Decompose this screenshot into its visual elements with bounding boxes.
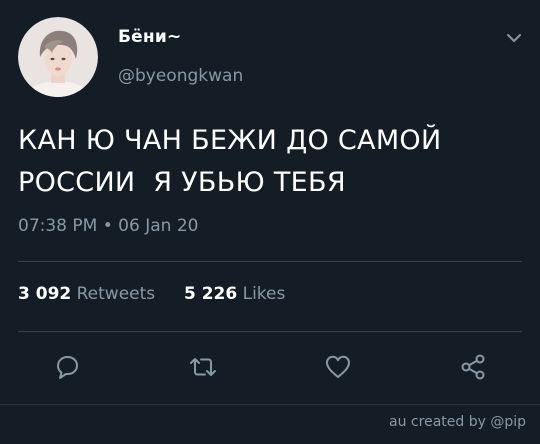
credit-text: au created by @pip xyxy=(389,414,526,430)
tweet-text-line: КАН Ю ЧАН БЕЖИ ДО САМОЙ xyxy=(18,125,442,156)
action-bar xyxy=(0,352,540,386)
divider xyxy=(18,331,522,332)
tweet-timestamp[interactable]: 07:38 PM • 06 Jan 20 xyxy=(18,216,198,236)
retweets-count: 3 092 xyxy=(18,284,72,304)
heart-icon[interactable] xyxy=(323,352,353,382)
retweets-label: Retweets xyxy=(71,284,156,304)
footer-divider xyxy=(0,404,540,405)
display-name[interactable]: Бёни~ xyxy=(118,27,181,47)
avatar-image xyxy=(18,17,98,97)
tweet-date: 06 Jan 20 xyxy=(118,216,199,236)
retweets-stat[interactable]: 3 092 Retweets xyxy=(18,284,155,304)
retweet-icon[interactable] xyxy=(188,352,218,382)
tweet-text-line: РОССИИ Я УБЬЮ ТЕБЯ xyxy=(18,167,346,198)
share-icon[interactable] xyxy=(458,352,488,382)
tweet-text: КАН Ю ЧАН БЕЖИ ДО САМОЙ РОССИИ Я УБЬЮ ТЕ… xyxy=(18,120,528,204)
likes-stat[interactable]: 5 226 Likes xyxy=(184,284,285,304)
avatar[interactable] xyxy=(18,17,98,97)
likes-count: 5 226 xyxy=(183,284,238,304)
tweet-time: 07:38 PM xyxy=(18,216,98,236)
reply-icon[interactable] xyxy=(52,352,82,382)
user-handle[interactable]: @byeongkwan xyxy=(118,66,243,86)
likes-label: Likes xyxy=(237,284,286,304)
meta-separator: • xyxy=(97,216,119,236)
tweet-card: Бёни~ @byeongkwan КАН Ю ЧАН БЕЖИ ДО САМО… xyxy=(0,0,540,444)
tweet-stats: 3 092 Retweets 5 226 Likes xyxy=(18,284,285,304)
chevron-down-icon[interactable] xyxy=(504,30,524,46)
divider xyxy=(18,261,522,262)
